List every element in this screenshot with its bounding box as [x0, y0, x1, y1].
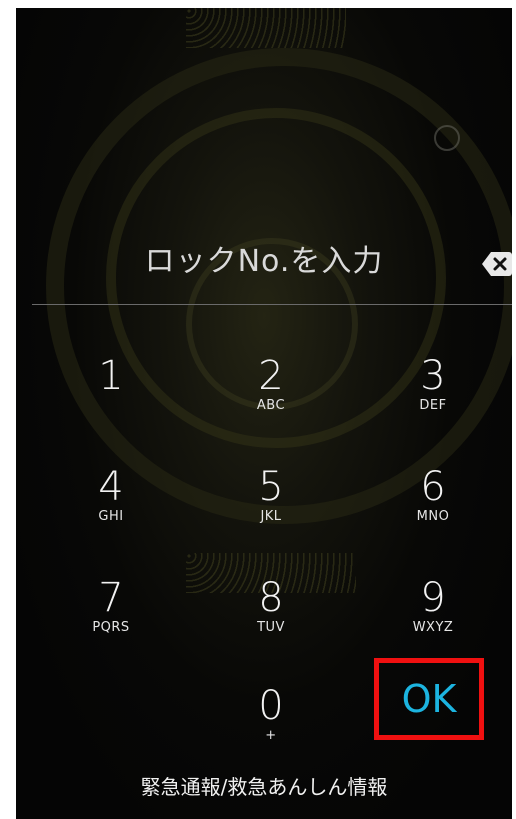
key-digit: 0 — [258, 683, 284, 729]
key-letters: GHI — [98, 509, 124, 524]
key-4[interactable]: 4 GHI — [56, 465, 166, 555]
key-digit: 1 — [98, 353, 124, 399]
key-digit: 3 — [420, 353, 446, 399]
key-letters: + — [265, 728, 277, 743]
input-divider — [32, 304, 512, 305]
status-circle-icon — [434, 125, 460, 151]
key-2[interactable]: 2 ABC — [216, 354, 326, 444]
key-3[interactable]: 3 DEF — [378, 354, 488, 444]
backspace-icon[interactable] — [482, 251, 512, 277]
key-digit: 9 — [420, 575, 446, 621]
key-letters: ABC — [256, 398, 286, 413]
key-digit: 6 — [420, 464, 446, 510]
key-digit: 2 — [258, 353, 284, 399]
emergency-call-link[interactable]: 緊急通報/救急あんしん情報 — [16, 773, 512, 801]
key-7[interactable]: 7 PQRS — [56, 576, 166, 666]
key-digit: 5 — [258, 464, 284, 510]
key-letters: PQRS — [92, 620, 130, 635]
key-letters: WXYZ — [412, 620, 454, 635]
key-letters: DEF — [419, 398, 447, 413]
pin-prompt: ロックNo.を入力 — [144, 244, 384, 279]
key-1[interactable]: 1 — [56, 354, 166, 444]
key-digit: 4 — [98, 464, 124, 510]
lock-screen: ロックNo.を入力 1 2 ABC 3 DEF 4 GHI 5 JKL 6 MN… — [16, 8, 512, 819]
key-6[interactable]: 6 MNO — [378, 465, 488, 555]
key-digit: 8 — [258, 575, 284, 621]
key-0[interactable]: 0 + — [216, 684, 326, 774]
wallpaper-ring-outer — [46, 48, 512, 524]
key-9[interactable]: 9 WXYZ — [378, 576, 488, 666]
key-8[interactable]: 8 TUV — [216, 576, 326, 666]
ok-button[interactable]: OK — [374, 658, 484, 740]
key-5[interactable]: 5 JKL — [216, 465, 326, 555]
key-letters: TUV — [257, 620, 285, 635]
wallpaper-texture-top — [186, 8, 346, 48]
key-letters: MNO — [416, 509, 450, 524]
key-digit: 7 — [98, 575, 124, 621]
key-letters: JKL — [260, 509, 282, 524]
